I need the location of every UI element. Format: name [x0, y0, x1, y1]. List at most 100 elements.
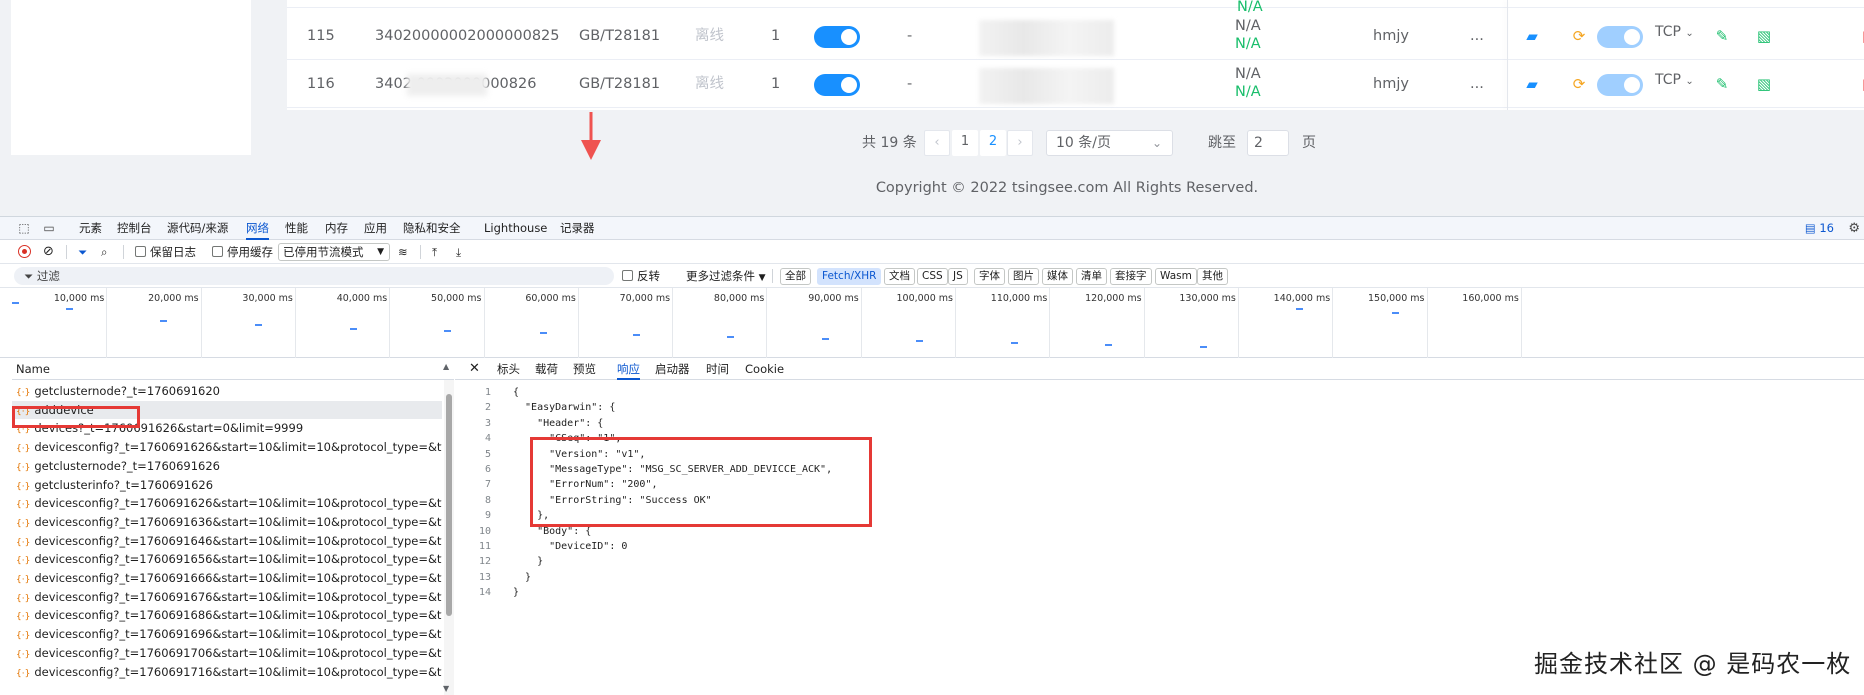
transport-select[interactable]: TCP: [1655, 72, 1681, 88]
filter-socket[interactable]: 套接字: [1110, 268, 1152, 285]
request-row[interactable]: {·} devicesconfig?_t=1760691686&start=10&…: [12, 606, 442, 625]
tab-headers[interactable]: 标头: [497, 358, 520, 380]
wifi-icon[interactable]: ≋: [398, 240, 408, 264]
tab-preview[interactable]: 预览: [573, 358, 596, 380]
request-row[interactable]: {·} devicesconfig?_t=1760691676&start=10&…: [12, 588, 442, 607]
enable-toggle[interactable]: [814, 74, 860, 96]
request-row[interactable]: {·} devicesconfig?_t=1760691666&start=10&…: [12, 569, 442, 588]
page-2-button[interactable]: 2: [980, 130, 1006, 156]
disable-cache-checkbox[interactable]: [212, 246, 223, 257]
jump-page-input[interactable]: 2: [1247, 130, 1289, 156]
refresh-icon[interactable]: ⟳: [1570, 76, 1588, 92]
transport-select[interactable]: TCP: [1655, 24, 1681, 40]
filter-font[interactable]: 字体: [974, 268, 1005, 285]
record-icon[interactable]: [18, 245, 31, 258]
filter-icon[interactable]: ⏷: [78, 240, 87, 264]
table-row[interactable]: 115 34020000002000000825 GB/T28181 离线 1 …: [287, 12, 1864, 60]
request-row[interactable]: {·} devicesconfig?_t=1760691636&start=10&…: [12, 513, 442, 532]
tab-network[interactable]: 网络: [246, 217, 269, 240]
tab-timing[interactable]: 时间: [706, 358, 729, 380]
throttle-select[interactable]: 已停用节流模式 ▼: [278, 243, 390, 261]
download-icon[interactable]: ⤓: [456, 240, 461, 264]
device-toolbar-icon[interactable]: ▭: [42, 221, 56, 235]
tab-privacy[interactable]: 隐私和安全: [403, 217, 461, 240]
tab-application[interactable]: 应用: [364, 217, 387, 240]
filter-other[interactable]: 其他: [1197, 268, 1228, 285]
scroll-down-icon[interactable]: ▼: [443, 684, 449, 693]
clear-icon[interactable]: ⊘: [43, 240, 54, 264]
upload-icon[interactable]: ⤒: [432, 240, 437, 264]
request-row[interactable]: {·} devicesconfig?_t=1760691716&start=10&…: [12, 663, 442, 682]
blurred-address: [979, 68, 1114, 104]
transport-toggle[interactable]: [1597, 74, 1643, 96]
chart-icon[interactable]: ▧: [1755, 28, 1773, 44]
filter-wasm[interactable]: Wasm: [1155, 268, 1197, 285]
filter-js[interactable]: JS: [948, 268, 968, 285]
tab-recorder[interactable]: 记录器: [560, 217, 595, 240]
line-number: 3: [484, 417, 491, 429]
scrollbar[interactable]: [444, 380, 454, 695]
request-name: devicesconfig?_t=1760691696&start=10&lim…: [34, 627, 442, 642]
line-number: 10: [478, 525, 491, 537]
filter-doc[interactable]: 文档: [884, 268, 915, 285]
request-name: devicesconfig?_t=1760691656&start=10&lim…: [34, 552, 442, 567]
refresh-icon[interactable]: ⟳: [1570, 28, 1588, 44]
tab-elements[interactable]: 元素: [79, 217, 102, 240]
tab-lighthouse[interactable]: Lighthouse: [484, 217, 547, 240]
edit-icon[interactable]: ✎: [1713, 28, 1731, 44]
request-row[interactable]: {·} devicesconfig?_t=1760691626&start=10&…: [12, 494, 442, 513]
table-row[interactable]: 116 3402 0002000000826 GB/T28181 离线 1 - …: [287, 60, 1864, 108]
timeline-overview[interactable]: 10,000 ms 20,000 ms 30,000 ms 40,000 ms 50,0…: [0, 288, 1864, 358]
close-icon[interactable]: ✕: [469, 358, 480, 380]
folder-icon[interactable]: ▰: [1523, 28, 1541, 44]
filter-input[interactable]: ⏷ 过滤: [14, 267, 614, 285]
prev-page-button[interactable]: ‹: [924, 130, 950, 156]
scroll-up-icon[interactable]: ▲: [443, 362, 449, 371]
invert-checkbox[interactable]: [622, 270, 633, 281]
request-row[interactable]: {·} devicesconfig?_t=1760691646&start=10&…: [12, 532, 442, 551]
request-row[interactable]: {·} devicesconfig?_t=1760691656&start=10&…: [12, 550, 442, 569]
name-column-header[interactable]: Name: [12, 358, 454, 380]
next-page-button[interactable]: ›: [1007, 130, 1033, 156]
request-row[interactable]: {·} devicesconfig?_t=1760691706&start=10&…: [12, 644, 442, 663]
code-line: {: [513, 387, 520, 398]
more-ellipsis[interactable]: ...: [1470, 12, 1484, 60]
filter-all[interactable]: 全部: [780, 268, 811, 285]
folder-icon[interactable]: ▰: [1523, 76, 1541, 92]
delete-icon[interactable]: ▮: [1857, 76, 1864, 92]
chevron-down-icon: ▼: [377, 247, 384, 257]
gear-icon[interactable]: ⚙: [1848, 217, 1860, 240]
tab-cookies[interactable]: Cookie: [745, 358, 784, 380]
request-row[interactable]: {·} getclusternode?_t=1760691626: [12, 457, 442, 476]
transport-toggle[interactable]: [1597, 26, 1643, 48]
search-icon[interactable]: ⌕: [101, 240, 107, 264]
preserve-log-checkbox[interactable]: [135, 246, 146, 257]
tab-console[interactable]: 控制台: [117, 217, 152, 240]
request-row[interactable]: {·} getclusterinfo?_t=1760691626: [12, 476, 442, 495]
request-row[interactable]: {·} devicesconfig?_t=1760691626&start=10&…: [12, 438, 442, 457]
filter-media[interactable]: 媒体: [1042, 268, 1073, 285]
page-size-select[interactable]: 10 条/页 ⌄: [1046, 130, 1173, 156]
code-line: "EasyDarwin": {: [513, 402, 616, 414]
filter-img[interactable]: 图片: [1008, 268, 1039, 285]
page-1-button[interactable]: 1: [952, 130, 978, 156]
tab-memory[interactable]: 内存: [325, 217, 348, 240]
delete-icon[interactable]: ▮: [1857, 28, 1864, 44]
more-filters-dropdown[interactable]: 更多过滤条件: [686, 269, 755, 283]
filter-fetch-xhr[interactable]: Fetch/XHR: [817, 268, 882, 285]
request-row[interactable]: {·} getclusternode?_t=1760691620: [12, 382, 442, 401]
tab-initiator[interactable]: 启动器: [655, 358, 690, 380]
tab-payload[interactable]: 载荷: [535, 358, 558, 380]
filter-manifest[interactable]: 清单: [1076, 268, 1107, 285]
chart-icon[interactable]: ▧: [1755, 76, 1773, 92]
enable-toggle[interactable]: [814, 26, 860, 48]
inspect-icon[interactable]: ⬚: [17, 221, 31, 235]
edit-icon[interactable]: ✎: [1713, 76, 1731, 92]
preserve-log-label: 保留日志: [150, 245, 196, 259]
filter-css[interactable]: CSS: [917, 268, 948, 285]
tab-sources[interactable]: 源代码/来源: [167, 217, 228, 240]
more-ellipsis[interactable]: ...: [1470, 60, 1484, 108]
tab-performance[interactable]: 性能: [285, 217, 308, 240]
request-row[interactable]: {·} devicesconfig?_t=1760691696&start=10&…: [12, 625, 442, 644]
tab-response[interactable]: 响应: [617, 358, 640, 380]
